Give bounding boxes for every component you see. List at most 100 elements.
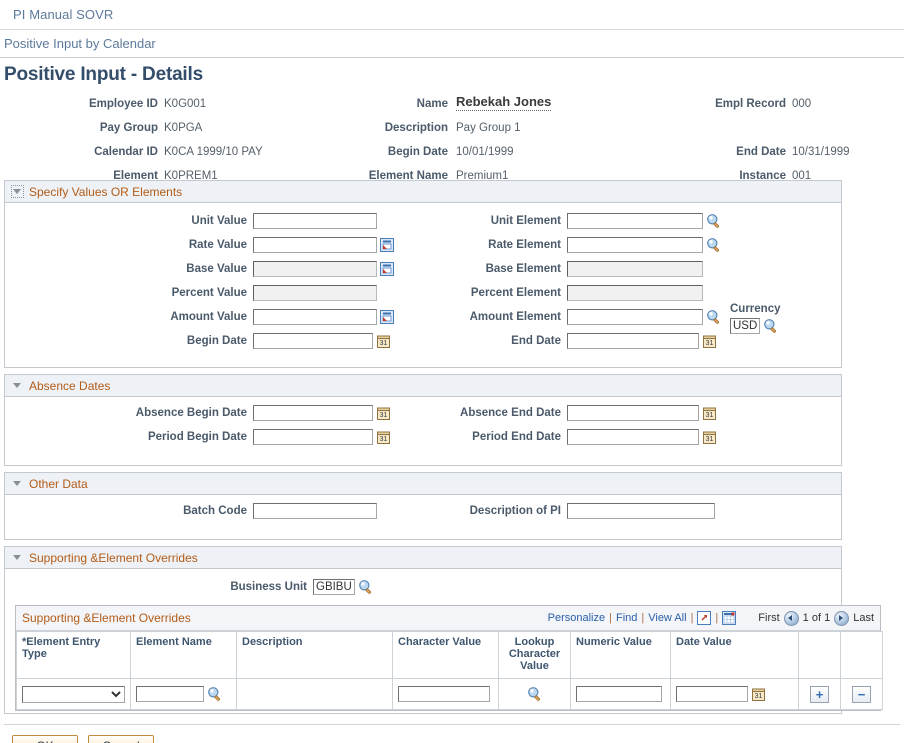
input-absence-end-date[interactable]: [567, 405, 699, 421]
section-header-other-data[interactable]: Other Data: [5, 473, 841, 495]
collapse-triangle-icon[interactable]: [11, 551, 24, 564]
grid-caption-title: Supporting &Element Overrides: [22, 611, 191, 625]
input-base-element: [567, 261, 703, 277]
header-key-fields: Employee ID K0G001 Pay Group K0PGA Calen…: [0, 92, 904, 182]
pager-first-label[interactable]: First: [758, 612, 779, 624]
ok-button[interactable]: OK: [12, 735, 78, 743]
input-unit-element[interactable]: [567, 213, 703, 229]
table-header-row: *Element Entry Type Element Name Descrip…: [16, 631, 883, 679]
col-element-entry-type: *Element Entry Type: [16, 631, 131, 679]
input-business-unit[interactable]: [313, 579, 355, 595]
calendar-icon[interactable]: 31: [702, 334, 717, 349]
value-element: K0PREM1: [164, 170, 218, 182]
input-date-value[interactable]: [676, 686, 748, 702]
lookup-icon[interactable]: [527, 686, 543, 702]
breadcrumb-item-positive-input-by-calendar[interactable]: Positive Input by Calendar: [4, 36, 156, 51]
section-header-supporting-overrides[interactable]: Supporting &Element Overrides: [5, 547, 841, 569]
input-character-value[interactable]: [398, 686, 490, 702]
value-name-link[interactable]: Rebekah Jones: [456, 94, 552, 111]
input-unit-value[interactable]: [253, 213, 377, 229]
select-element-entry-type[interactable]: [22, 685, 125, 703]
section-header-absence-dates[interactable]: Absence Dates: [5, 375, 841, 397]
field-row-amount-value: Amount Value: [5, 305, 394, 329]
lookup-icon[interactable]: [706, 237, 722, 253]
input-end-date[interactable]: [567, 333, 699, 349]
pager-prev-icon[interactable]: [783, 610, 799, 626]
input-begin-date[interactable]: [253, 333, 373, 349]
view-all-link[interactable]: View All: [648, 612, 686, 624]
footer-divider: [4, 724, 900, 725]
cancel-button[interactable]: Cancel: [88, 735, 154, 743]
calendar-icon[interactable]: 31: [376, 430, 391, 445]
value-calendar-id: K0CA 1999/10 PAY: [164, 146, 263, 158]
lookup-icon[interactable]: [706, 213, 722, 229]
input-period-end-date[interactable]: [567, 429, 699, 445]
lookup-icon[interactable]: [358, 579, 374, 595]
calendar-icon[interactable]: 31: [702, 406, 717, 421]
field-row-batch-code: Batch Code: [5, 499, 377, 523]
label-rate-element: Rate Element: [488, 239, 561, 251]
add-row-button[interactable]: +: [810, 685, 829, 703]
lookup-icon[interactable]: [706, 309, 722, 325]
delete-row-button[interactable]: −: [852, 685, 871, 703]
value-instance: 001: [792, 170, 812, 182]
col-date-value: Date Value: [670, 631, 799, 679]
input-currency[interactable]: [730, 318, 760, 334]
field-row-end-date: End Date 31: [393, 329, 717, 353]
find-link[interactable]: Find: [616, 612, 637, 624]
value-begin-date: 10/01/1999: [456, 146, 514, 158]
calendar-icon[interactable]: 31: [702, 430, 717, 445]
input-element-name[interactable]: [136, 686, 204, 702]
cell-add-row: +: [798, 678, 841, 710]
prompt-icon[interactable]: [380, 238, 394, 252]
personalize-link[interactable]: Personalize: [548, 612, 605, 624]
input-rate-element[interactable]: [567, 237, 703, 253]
view-grid-icon[interactable]: [722, 611, 737, 625]
input-description-of-pi[interactable]: [567, 503, 715, 519]
input-period-begin-date[interactable]: [253, 429, 373, 445]
calendar-icon[interactable]: 31: [751, 687, 766, 702]
field-row-rate-element: Rate Element: [393, 233, 722, 257]
field-row-rate-value: Rate Value: [5, 233, 394, 257]
value-employee-id: K0G001: [164, 98, 207, 110]
cell-date-value: 31: [670, 678, 799, 710]
collapse-triangle-icon[interactable]: [11, 477, 24, 490]
breadcrumb: Positive Input by Calendar: [0, 30, 904, 58]
field-row-percent-element: Percent Element: [393, 281, 703, 305]
label-currency: Currency: [730, 303, 781, 315]
input-amount-element[interactable]: [567, 309, 703, 325]
col-delete-row: [840, 631, 883, 679]
prompt-icon[interactable]: [380, 262, 394, 276]
prompt-icon[interactable]: [380, 310, 394, 324]
input-batch-code[interactable]: [253, 503, 377, 519]
supporting-overrides-grid: Supporting &Element Overrides Personaliz…: [15, 605, 883, 711]
input-absence-begin-date[interactable]: [253, 405, 373, 421]
field-row-percent-value: Percent Value: [5, 281, 377, 305]
input-numeric-value[interactable]: [576, 686, 662, 702]
calendar-icon[interactable]: 31: [376, 406, 391, 421]
pager-last-label[interactable]: Last: [853, 612, 874, 624]
section-body-absence-dates: Absence Begin Date 31 Period Begin Date: [5, 397, 841, 465]
calendar-icon[interactable]: 31: [376, 334, 391, 349]
label-base-value: Base Value: [186, 263, 247, 275]
label-end-date: End Date: [736, 146, 786, 158]
input-amount-value[interactable]: [253, 309, 377, 325]
input-rate-value[interactable]: [253, 237, 377, 253]
overrides-table: *Element Entry Type Element Name Descrip…: [16, 631, 883, 710]
svg-text:31: 31: [706, 412, 714, 419]
collapse-triangle-icon[interactable]: [11, 379, 24, 392]
download-to-excel-icon[interactable]: [697, 611, 712, 625]
label-unit-value: Unit Value: [191, 215, 247, 227]
pager-next-icon[interactable]: [834, 610, 850, 626]
app-title-bar: PI Manual SOVR: [0, 0, 904, 30]
field-row-base-value: Base Value: [5, 257, 394, 281]
label-element: Element: [113, 170, 158, 182]
grid-pager: First 1 of 1 Last: [758, 610, 874, 626]
lookup-icon[interactable]: [207, 686, 223, 702]
col-element-name: Element Name: [130, 631, 237, 679]
collapse-triangle-icon[interactable]: [11, 185, 24, 198]
input-base-value: [253, 261, 377, 277]
field-row-business-unit: Business Unit: [5, 575, 841, 599]
lookup-icon[interactable]: [763, 318, 779, 334]
section-header-specify-values[interactable]: Specify Values OR Elements: [5, 181, 841, 203]
